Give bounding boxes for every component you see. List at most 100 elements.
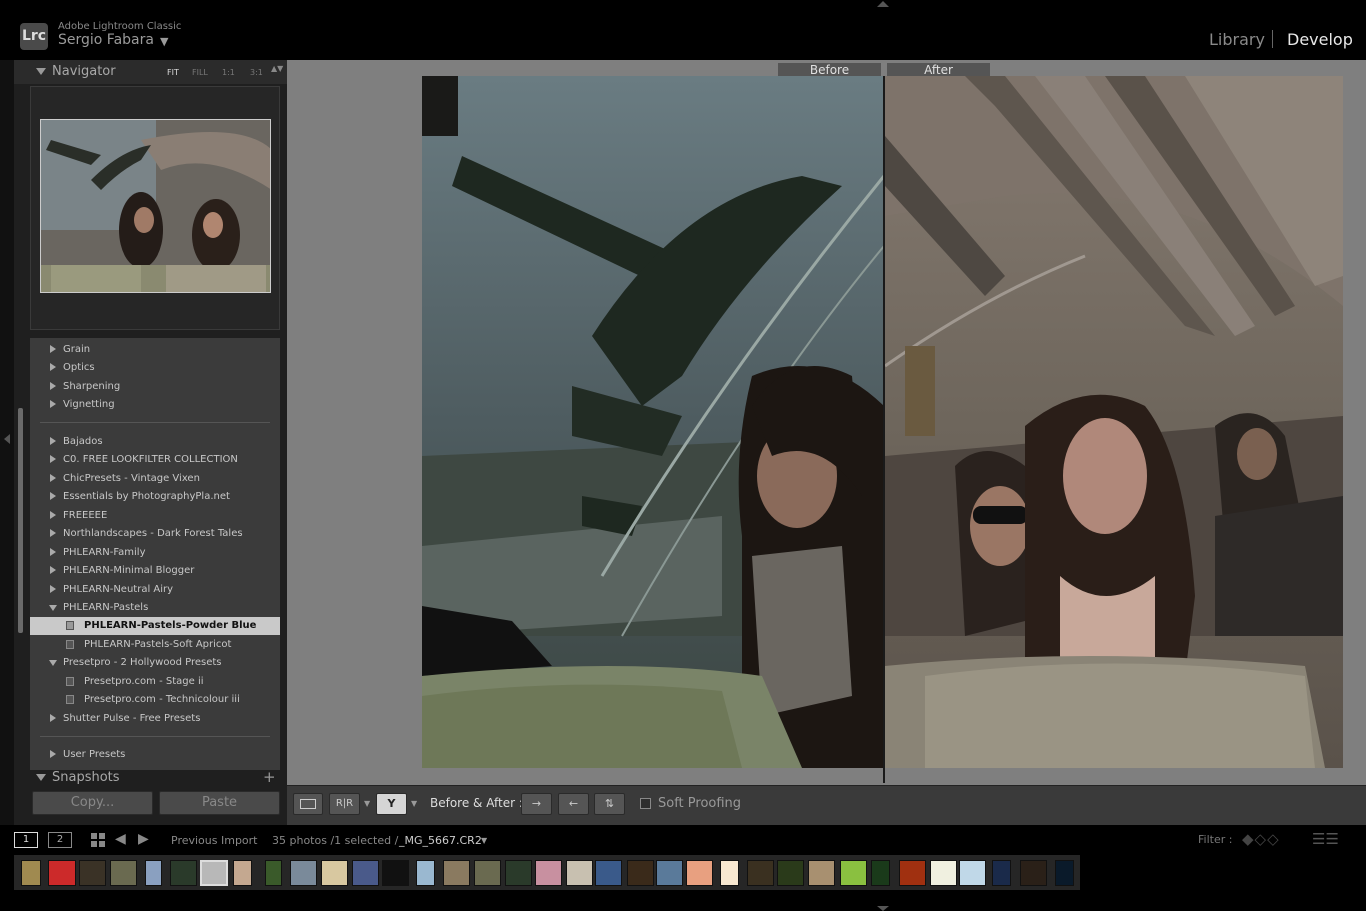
filename-caret-icon[interactable]: ▼ — [481, 836, 487, 845]
filmstrip-thumbnail[interactable] — [959, 860, 986, 886]
collapsed-triangle-icon[interactable] — [50, 511, 56, 519]
preset-folder[interactable]: Vignetting — [30, 396, 280, 414]
filmstrip-thumbnail[interactable] — [656, 860, 683, 886]
filmstrip-thumbnail[interactable] — [79, 860, 106, 886]
filter-settings-icon[interactable]: ☰☰ — [1312, 830, 1339, 848]
filmstrip-thumbnail[interactable] — [1020, 860, 1047, 886]
filmstrip-thumbnail[interactable] — [566, 860, 593, 886]
filmstrip-thumbnail[interactable] — [686, 860, 713, 886]
collapsed-triangle-icon[interactable] — [50, 566, 56, 574]
navigator-collapse-icon[interactable] — [36, 68, 46, 75]
top-panel-toggle-icon[interactable] — [877, 1, 889, 7]
soft-proofing-label[interactable]: Soft Proofing — [658, 796, 741, 811]
expanded-triangle-icon[interactable] — [49, 605, 57, 611]
copy-before-to-after-button[interactable]: → — [521, 793, 552, 815]
filmstrip-thumbnail[interactable] — [1055, 860, 1074, 886]
preset-folder[interactable]: Optics — [30, 359, 280, 377]
filmstrip-thumbnail[interactable] — [992, 860, 1011, 886]
filmstrip-source[interactable]: Previous Import — [171, 834, 258, 847]
preset-folder[interactable]: Essentials by PhotographyPla.net — [30, 488, 280, 506]
collapsed-triangle-icon[interactable] — [50, 437, 56, 445]
user-menu-caret-icon[interactable]: ▼ — [160, 35, 168, 48]
secondary-window-button[interactable]: 2 — [48, 832, 72, 848]
swap-before-after-button[interactable]: ⇅ — [594, 793, 625, 815]
previous-arrow-icon[interactable]: ◀ — [115, 831, 126, 847]
primary-window-button[interactable]: 1 — [14, 832, 38, 848]
filmstrip-thumbnail[interactable] — [747, 860, 774, 886]
filmstrip-thumbnail[interactable] — [627, 860, 654, 886]
preset-item[interactable]: PHLEARN-Pastels-Powder Blue — [30, 617, 280, 635]
collapsed-triangle-icon[interactable] — [50, 363, 56, 371]
preset-folder[interactable]: ChicPresets - Vintage Vixen — [30, 470, 280, 488]
copy-settings-button[interactable]: Copy... — [32, 791, 153, 815]
collapsed-triangle-icon[interactable] — [50, 345, 56, 353]
filmstrip-thumbnail[interactable] — [200, 860, 228, 886]
filmstrip-thumbnail[interactable] — [808, 860, 835, 886]
paste-settings-button[interactable]: Paste — [159, 791, 280, 815]
preset-folder[interactable]: PHLEARN-Neutral Airy — [30, 581, 280, 599]
filmstrip-thumbnail[interactable] — [474, 860, 501, 886]
before-image[interactable] — [422, 76, 884, 768]
filmstrip-thumbnail[interactable] — [321, 860, 348, 886]
filmstrip-thumbnail[interactable] — [290, 860, 317, 886]
expanded-triangle-icon[interactable] — [49, 660, 57, 666]
filmstrip-filename[interactable]: _MG_5667.CR2 — [399, 834, 482, 847]
preset-folder[interactable]: Northlandscapes - Dark Forest Tales — [30, 525, 280, 543]
preset-item[interactable]: PHLEARN-Pastels-Soft Apricot — [30, 636, 280, 654]
filmstrip-thumbnail[interactable] — [416, 860, 435, 886]
collapsed-triangle-icon[interactable] — [50, 548, 56, 556]
filmstrip-thumbnail[interactable] — [21, 860, 41, 886]
before-after-left-right-button[interactable]: R|R — [329, 793, 360, 815]
before-after-split-button[interactable]: Y — [376, 793, 407, 815]
preset-folder[interactable]: C0. FREE LOOKFILTER COLLECTION — [30, 451, 280, 469]
filmstrip-thumbnail[interactable] — [382, 860, 409, 886]
copy-after-to-before-button[interactable]: ← — [558, 793, 589, 815]
collapsed-triangle-icon[interactable] — [50, 455, 56, 463]
filmstrip-thumbnail[interactable] — [535, 860, 562, 886]
filmstrip-thumbnail[interactable] — [110, 860, 137, 886]
loupe-view-button[interactable] — [293, 793, 323, 815]
before-after-left-right-caret-icon[interactable]: ▼ — [364, 799, 370, 808]
preset-folder[interactable]: Sharpening — [30, 378, 280, 396]
filmstrip-thumbnail[interactable] — [899, 860, 926, 886]
bottom-panel-toggle-icon[interactable] — [877, 906, 889, 911]
filmstrip-thumbnail[interactable] — [48, 860, 76, 886]
collapsed-triangle-icon[interactable] — [50, 474, 56, 482]
flag-filter-icon[interactable]: ◆◇◇ — [1242, 830, 1280, 848]
filmstrip-thumbnail[interactable] — [777, 860, 804, 886]
zoom-fit[interactable]: FIT — [167, 68, 179, 77]
zoom-fill[interactable]: FILL — [192, 68, 208, 77]
preset-folder[interactable]: User Presets — [30, 746, 280, 764]
module-develop[interactable]: Develop — [1287, 30, 1353, 49]
preset-folder[interactable]: Bajados — [30, 433, 280, 451]
collapsed-triangle-icon[interactable] — [50, 492, 56, 500]
preset-folder[interactable]: PHLEARN-Minimal Blogger — [30, 562, 280, 580]
preset-folder[interactable]: PHLEARN-Family — [30, 544, 280, 562]
preset-folder[interactable]: Presetpro - 2 Hollywood Presets — [30, 654, 280, 672]
filmstrip-thumbnail[interactable] — [930, 860, 957, 886]
module-library[interactable]: Library — [1209, 30, 1265, 49]
filmstrip-thumbnail[interactable] — [720, 860, 739, 886]
preset-item[interactable]: Presetpro.com - Technicolour iii — [30, 691, 280, 709]
after-image[interactable] — [885, 76, 1343, 768]
filmstrip-thumbnail[interactable] — [233, 860, 252, 886]
filmstrip-thumbnail[interactable] — [871, 860, 890, 886]
left-panel-toggle-icon[interactable] — [4, 434, 10, 444]
before-after-split-caret-icon[interactable]: ▼ — [411, 799, 417, 808]
filmstrip-thumbnail[interactable] — [170, 860, 197, 886]
zoom-1-1[interactable]: 1:1 — [222, 68, 235, 77]
collapsed-triangle-icon[interactable] — [50, 585, 56, 593]
filmstrip-thumbnail[interactable] — [352, 860, 379, 886]
zoom-stepper-icon[interactable]: ▲▼ — [271, 65, 283, 73]
next-arrow-icon[interactable]: ▶ — [138, 831, 149, 847]
navigator-thumbnail[interactable] — [40, 119, 271, 293]
preset-folder[interactable]: PHLEARN-Pastels — [30, 599, 280, 617]
zoom-3-1[interactable]: 3:1 — [250, 68, 263, 77]
snapshots-collapse-icon[interactable] — [36, 774, 46, 781]
user-name[interactable]: Sergio Fabara — [58, 32, 154, 48]
filmstrip-thumbnail[interactable] — [265, 860, 282, 886]
collapsed-triangle-icon[interactable] — [50, 400, 56, 408]
add-snapshot-icon[interactable]: + — [263, 768, 276, 786]
filmstrip-thumbnail[interactable] — [840, 860, 867, 886]
collapsed-triangle-icon[interactable] — [50, 714, 56, 722]
